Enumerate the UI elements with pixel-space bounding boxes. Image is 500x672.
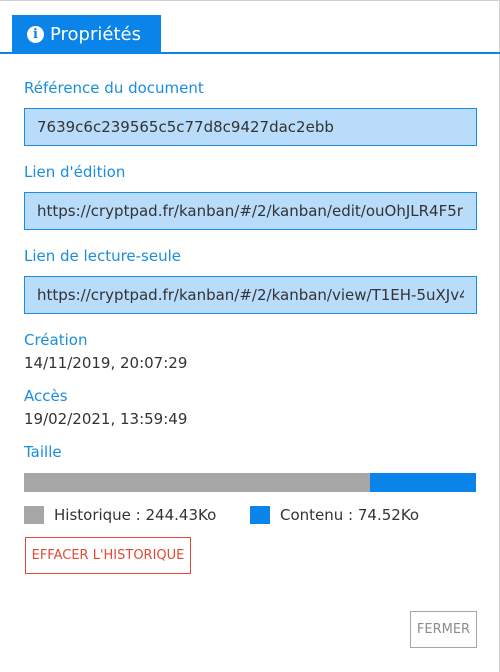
content-legend-swatch [250, 506, 270, 524]
history-legend-label: Historique : 244.43Ko [54, 506, 217, 524]
document-reference-label: Référence du document [24, 79, 204, 97]
readonly-link-field[interactable] [24, 276, 477, 314]
close-button[interactable]: FERMER [410, 611, 477, 648]
history-legend-swatch [24, 506, 44, 524]
size-bar [24, 473, 476, 492]
access-label: Accès [24, 387, 68, 405]
top-border [0, 0, 500, 1]
size-bar-content [370, 473, 476, 492]
size-bar-history [24, 473, 371, 492]
info-circle-icon: i [27, 25, 44, 43]
content-legend-label: Contenu : 74.52Ko [280, 506, 420, 524]
creation-date: 14/11/2019, 20:07:29 [24, 354, 188, 372]
tab-properties[interactable]: i Propriétés [12, 15, 161, 53]
size-label: Taille [24, 443, 62, 461]
clear-history-button[interactable]: EFFACER L'HISTORIQUE [25, 537, 191, 574]
tab-label: Propriétés [50, 23, 141, 45]
edit-link-label: Lien d'édition [24, 163, 126, 181]
document-reference-field[interactable] [24, 108, 477, 146]
creation-label: Création [24, 331, 88, 349]
tab-underline [0, 52, 500, 54]
readonly-link-label: Lien de lecture-seule [24, 247, 182, 265]
access-date: 19/02/2021, 13:59:49 [24, 410, 188, 428]
edit-link-field[interactable] [24, 192, 477, 230]
